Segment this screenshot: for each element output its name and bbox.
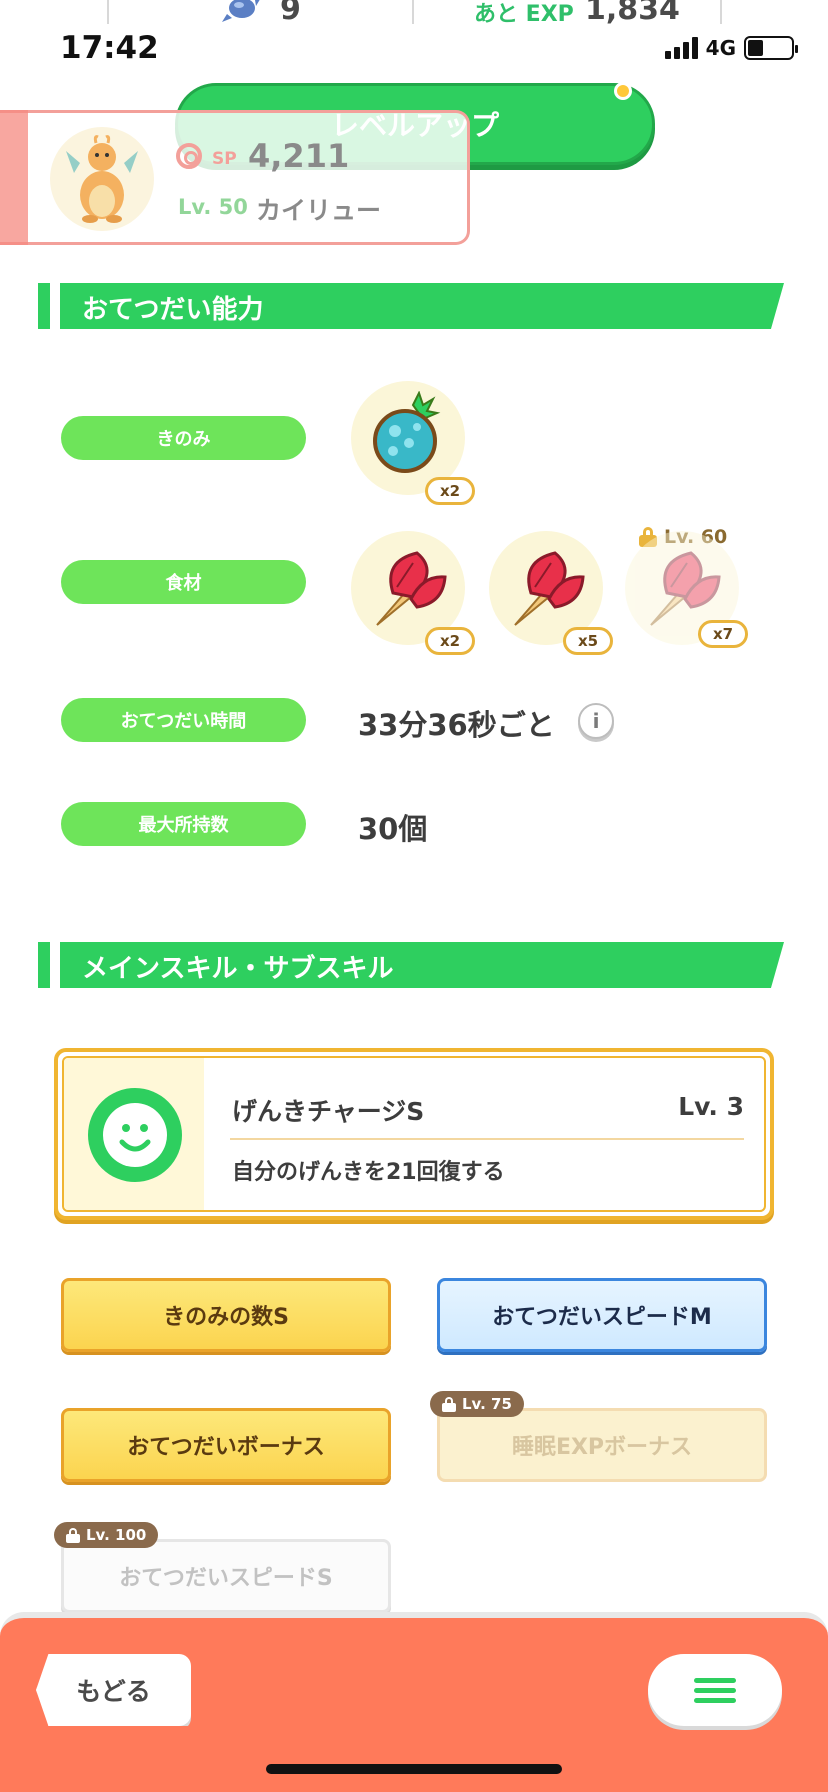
divider: [107, 0, 109, 24]
subskill-lock-tag: Lv. 100: [54, 1522, 159, 1548]
main-skill-card[interactable]: げんきチャージS Lv. 3 自分のげんきを21回復する: [54, 1048, 774, 1220]
sp-value: 4,211: [248, 137, 350, 175]
hamburger-menu-icon: [694, 1678, 736, 1683]
subskill-button[interactable]: おてつだいボーナス: [61, 1408, 391, 1482]
ingredient-count-badge: x2: [425, 627, 475, 655]
status-time: 17:42: [60, 30, 159, 66]
berry-item[interactable]: x2: [351, 381, 475, 505]
main-skill-name: げんきチャージS: [232, 1097, 425, 1126]
pokemon-summary-card[interactable]: SP 4,211 Lv. 50 カイリュー: [0, 110, 470, 245]
ingredient-item[interactable]: x2: [351, 531, 475, 655]
subskill-lock-tag: Lv. 75: [430, 1391, 524, 1417]
max-carry-value: 30個: [358, 812, 428, 846]
home-indicator: [266, 1764, 562, 1774]
main-skill-description: 自分のげんきを21回復する: [232, 1160, 505, 1185]
ingredient-item[interactable]: x5: [489, 531, 613, 655]
battery-icon: [744, 36, 798, 60]
fiery-herb-icon: [514, 551, 585, 626]
candy-count: 9: [280, 0, 301, 27]
main-skill-level: Lv. 3: [678, 1092, 744, 1121]
subskill-button[interactable]: きのみの数S: [61, 1278, 391, 1352]
ingredient-count-badge: x5: [563, 627, 613, 655]
divider: [720, 0, 722, 24]
dragonite-icon: [66, 135, 138, 223]
subskill-button-locked[interactable]: 睡眠EXPボーナス: [437, 1408, 767, 1482]
help-time-label: おてつだい時間: [61, 698, 306, 742]
section-header-skills: メインスキル・サブスキル: [38, 942, 784, 988]
status-indicators: 4G: [664, 36, 798, 60]
divider: [412, 0, 414, 24]
fiery-herb-icon: [376, 551, 447, 626]
exp-label: あと EXP: [474, 2, 574, 27]
section-header-helper: おてつだい能力: [38, 283, 784, 329]
ingredients-label: 食材: [61, 560, 306, 604]
candy-icon: [222, 0, 260, 22]
back-button[interactable]: もどる: [36, 1654, 191, 1726]
lock-icon: [442, 1397, 456, 1412]
exp-value: 1,834: [585, 0, 680, 27]
section-title: おてつだい能力: [82, 295, 264, 325]
pokemon-name: カイリュー: [256, 196, 382, 225]
top-resource-strip: 9 あと EXP 1,834: [0, 0, 828, 30]
unlock-level: Lv. 100: [86, 1526, 147, 1544]
unlock-level: Lv. 75: [462, 1395, 512, 1413]
notification-dot: [614, 82, 632, 100]
section-title: メインスキル・サブスキル: [82, 954, 394, 984]
max-carry-label: 最大所持数: [61, 802, 306, 846]
menu-button[interactable]: [648, 1654, 782, 1726]
help-time-value: 33分36秒ごと: [358, 708, 555, 742]
berry-label: きのみ: [61, 416, 306, 460]
subskill-button[interactable]: おてつだいスピードM: [437, 1278, 767, 1352]
sp-icon: [176, 143, 202, 169]
ingredient-count-badge: x7: [698, 620, 748, 648]
divider: [230, 1138, 744, 1140]
network-label: 4G: [705, 36, 736, 60]
subskill-button-locked[interactable]: おてつだいスピードS: [61, 1539, 391, 1613]
sp-label: SP: [212, 149, 237, 169]
info-icon[interactable]: i: [578, 703, 614, 739]
berry-count-badge: x2: [425, 477, 475, 505]
pokemon-avatar: [50, 127, 154, 231]
smile-icon: [88, 1088, 182, 1182]
fiery-herb-icon: [650, 551, 721, 626]
signal-icon: [664, 37, 698, 59]
lock-icon: [66, 1528, 80, 1543]
rawst-berry-icon: [373, 391, 441, 473]
main-skill-icon-area: [64, 1058, 204, 1210]
card-tab: [0, 110, 28, 245]
pokemon-level: Lv. 50: [178, 195, 248, 219]
